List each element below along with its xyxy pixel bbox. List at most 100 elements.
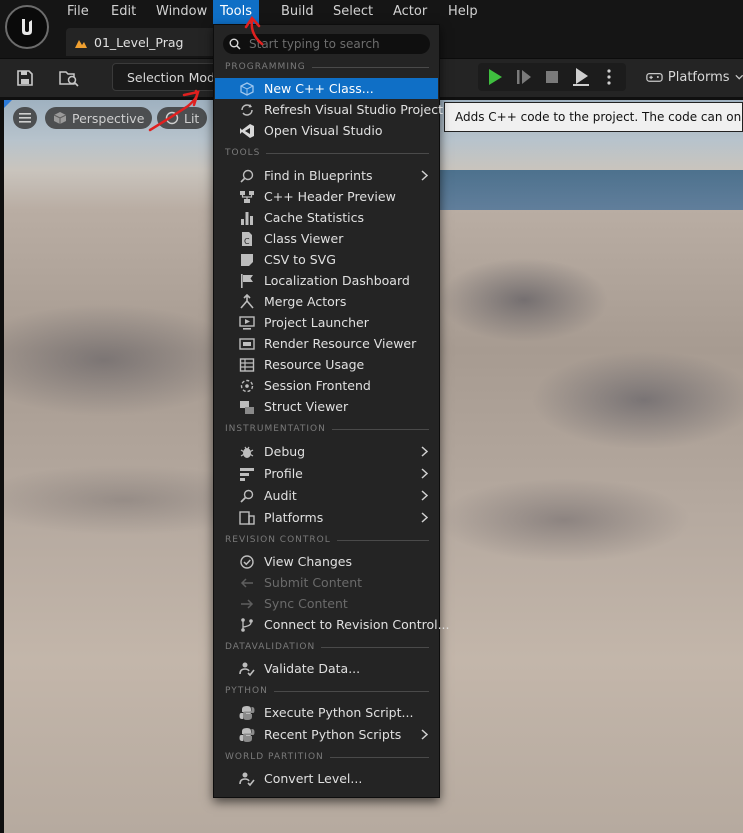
menu-item-localization-dashboard[interactable]: Localization Dashboard [215,270,438,291]
menu-item-label: Refresh Visual Studio Project [264,102,444,117]
menu-item-label: Session Frontend [264,378,371,393]
perspective-label: Perspective [72,110,145,126]
validate-icon [239,661,255,677]
menu-item-connect-revision-control[interactable]: Connect to Revision Control... [215,614,450,635]
menu-item-label: Audit [264,488,297,503]
search-icon [229,38,241,50]
section-world-partition-label: WORLD PARTITION [225,752,324,762]
section-python: PYTHON [225,684,429,698]
stop-icon[interactable] [539,64,565,90]
menu-item-merge-actors[interactable]: Merge Actors [215,291,438,312]
menu-item-recent-python-scripts[interactable]: Recent Python Scripts [215,724,438,745]
menu-item-cpp-header-preview[interactable]: C++ Header Preview [215,186,438,207]
submenu-arrow-icon [419,511,429,524]
chevron-down-icon [734,74,743,80]
menu-item-session-frontend[interactable]: Session Frontend [215,375,438,396]
menu-item-render-resource-viewer[interactable]: Render Resource Viewer [215,333,438,354]
menu-item-class-viewer[interactable]: C Class Viewer [215,228,438,249]
play-icon[interactable] [482,64,508,90]
menu-window[interactable]: Window [149,0,214,24]
section-programming: PROGRAMMING [225,60,429,74]
menu-help[interactable]: Help [441,0,485,24]
selection-mode-dropdown[interactable]: Selection Mode [112,63,222,91]
menu-item-label: Resource Usage [264,357,365,372]
section-datavalidation-label: DATAVALIDATION [225,642,316,652]
viewport-sea [434,170,743,210]
menu-item-audit[interactable]: Audit [215,485,438,506]
section-instrumentation-label: INSTRUMENTATION [225,424,326,434]
unreal-logo-icon[interactable] [5,5,49,49]
profile-icon [239,466,255,482]
tools-dropdown-menu: PROGRAMMING New C++ Class... Refresh Vis… [213,24,450,798]
menu-item-resource-usage[interactable]: Resource Usage [215,354,438,375]
advance-frame-icon[interactable] [511,64,537,90]
menu-item-label: Execute Python Script... [264,705,414,720]
struct-viewer-icon [239,399,255,415]
more-options-icon[interactable] [596,64,622,90]
menu-item-label: Recent Python Scripts [264,727,402,742]
convert-level-icon [239,771,255,787]
menu-item-label: Platforms [264,510,324,525]
eject-icon[interactable] [568,64,594,90]
content-browser-icon[interactable] [56,65,82,91]
lit-button[interactable]: Lit [157,107,208,129]
arrow-left-icon [239,575,255,591]
platforms-button[interactable]: Platforms [646,63,743,91]
menu-item-debug[interactable]: Debug [215,441,438,462]
menu-item-platforms[interactable]: Platforms [215,507,438,528]
viewport-options-icon[interactable] [13,107,37,129]
menu-item-label: Localization Dashboard [264,273,410,288]
class-viewer-icon: C [239,231,255,247]
perspective-button[interactable]: Perspective [45,107,153,129]
section-tools: TOOLS [225,146,429,160]
menu-item-sync-content[interactable]: Sync Content [215,593,438,614]
menu-item-view-changes[interactable]: View Changes [215,551,438,572]
main-menu-bar: File Edit Window Tools Build Select Acto… [0,0,743,24]
menu-item-validate-data[interactable]: Validate Data... [215,658,438,679]
flag-icon [239,273,255,289]
menu-item-label: Find in Blueprints [264,168,373,183]
menu-item-refresh-vs-project[interactable]: Refresh Visual Studio Project [215,99,443,120]
menu-item-submit-content[interactable]: Submit Content [215,572,438,593]
audit-icon [239,488,255,504]
menu-item-convert-level[interactable]: Convert Level... [215,768,438,789]
section-python-label: PYTHON [225,686,268,696]
section-instrumentation: INSTRUMENTATION [225,422,429,436]
menu-file[interactable]: File [60,0,96,24]
branch-icon [239,617,255,633]
menu-item-label: Open Visual Studio [264,123,383,138]
platforms-label: Platforms [667,69,730,85]
menu-tools[interactable]: Tools [213,0,260,24]
header-preview-icon [239,189,255,205]
section-world-partition: WORLD PARTITION [225,750,429,764]
menu-item-execute-python-script[interactable]: Execute Python Script... [215,702,438,723]
level-tab[interactable]: 01_Level_Prag [66,28,216,56]
menu-item-csv-to-svg[interactable]: CSV to SVG [215,249,438,270]
menu-item-profile[interactable]: Profile [215,463,438,484]
project-launcher-icon [239,315,255,331]
menu-item-label: Submit Content [264,575,363,590]
menu-search-box[interactable] [223,34,430,54]
menu-search-input[interactable] [247,36,421,52]
devices-icon [239,510,255,526]
section-tools-label: TOOLS [225,148,261,158]
save-icon[interactable] [12,65,38,91]
level-icon [75,40,87,48]
menu-actor[interactable]: Actor [386,0,434,24]
menu-edit[interactable]: Edit [104,0,143,24]
menu-item-project-launcher[interactable]: Project Launcher [215,312,438,333]
menu-item-find-in-blueprints[interactable]: Find in Blueprints [215,165,438,186]
submenu-arrow-icon [419,728,429,741]
menu-item-label: C++ Header Preview [264,189,396,204]
menu-item-label: Profile [264,466,303,481]
menu-item-open-visual-studio[interactable]: Open Visual Studio [215,120,438,141]
menu-item-struct-viewer[interactable]: Struct Viewer [215,396,438,417]
menu-build[interactable]: Build [274,0,321,24]
table-icon [239,357,255,373]
python-icon [239,705,255,721]
menu-item-new-cpp-class[interactable]: New C++ Class... [215,78,438,99]
menu-select[interactable]: Select [326,0,380,24]
menu-item-cache-statistics[interactable]: Cache Statistics [215,207,438,228]
visual-studio-icon [239,123,255,139]
check-circle-icon [239,554,255,570]
